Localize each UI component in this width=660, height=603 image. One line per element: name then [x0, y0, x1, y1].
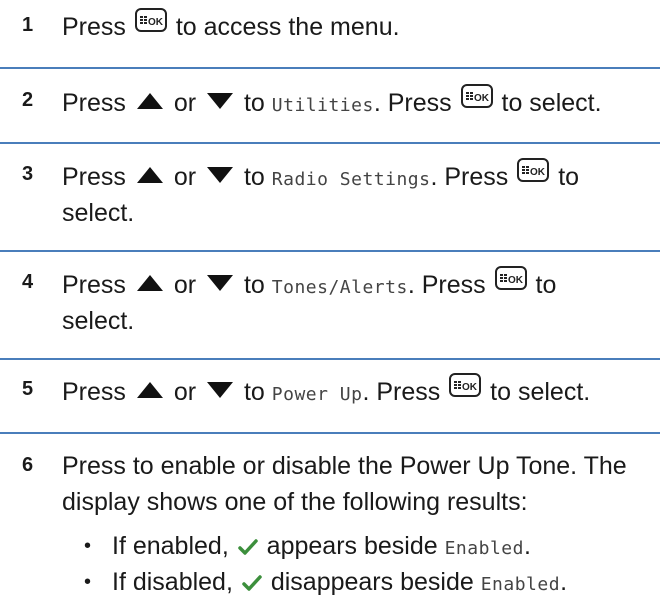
checkmark-icon [242, 575, 262, 591]
step-number: 2 [22, 89, 34, 111]
down-arrow-icon [207, 167, 233, 183]
svg-text:OK: OK [474, 93, 490, 104]
step-text-cont: select. [62, 307, 135, 335]
step-text-cont: display shows one of the following resul… [62, 488, 528, 516]
separator [0, 358, 660, 360]
bullet: • [84, 535, 92, 557]
step-text: Press or to Power Up. Press OK to select… [62, 373, 657, 413]
menu-item: Enabled [480, 574, 561, 595]
separator [0, 250, 660, 252]
step-number: 5 [22, 378, 34, 400]
step-number: 1 [22, 14, 34, 36]
menu-ok-key-icon: OK [449, 373, 482, 397]
menu-ok-key-icon: OK [517, 158, 550, 182]
svg-text:OK: OK [530, 167, 546, 178]
menu-item: Enabled [444, 538, 524, 559]
separator [0, 432, 660, 434]
step-number: 3 [22, 163, 34, 185]
menu-item: Utilities [271, 95, 374, 116]
down-arrow-icon [207, 275, 233, 291]
svg-text:OK: OK [462, 382, 478, 393]
up-arrow-icon [136, 93, 163, 109]
step-text: Press or to Tones/Alerts. Press OK to [62, 266, 657, 306]
up-arrow-icon [136, 275, 163, 291]
step-number: 6 [22, 454, 34, 476]
up-arrow-icon [136, 167, 163, 183]
down-arrow-icon [207, 93, 233, 109]
checkmark-icon [237, 539, 258, 555]
step-number: 4 [22, 271, 34, 293]
down-arrow-icon [207, 382, 233, 398]
step-text: Press or to Radio Settings. Press OK to [62, 158, 657, 198]
step-text-cont: select. [62, 199, 135, 227]
separator [0, 67, 660, 69]
svg-text:OK: OK [508, 275, 524, 286]
menu-ok-key-icon: OK [460, 84, 493, 108]
menu-ok-key-icon: OK [494, 266, 527, 290]
step-text: Press to enable or disable the Power Up … [62, 452, 627, 480]
step-text: Press or to Utilities. Press OK to selec… [62, 84, 657, 124]
bullet: • [84, 571, 92, 593]
menu-ok-key-icon: OK [134, 8, 167, 32]
step-text: Press OK to access the menu. [62, 8, 657, 46]
menu-item: Tones/Alerts [271, 277, 408, 298]
svg-text:OK: OK [148, 17, 164, 28]
separator [0, 142, 660, 144]
up-arrow-icon [136, 382, 163, 398]
menu-item: Power Up [271, 384, 363, 405]
menu-item: Radio Settings [271, 169, 431, 190]
